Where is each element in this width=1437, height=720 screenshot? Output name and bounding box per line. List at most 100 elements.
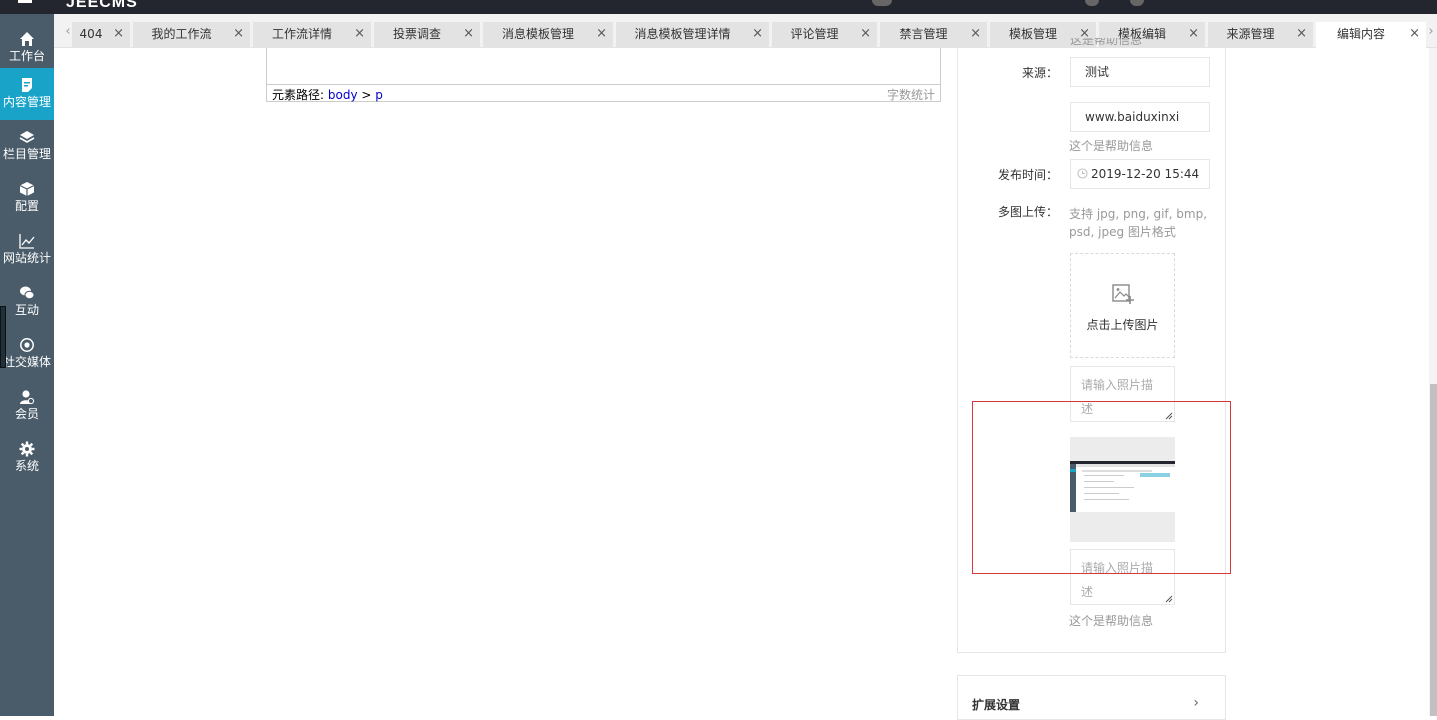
- tab-comment-manage[interactable]: 评论管理 ×: [772, 22, 877, 48]
- page-scrollbar[interactable]: [1429, 48, 1437, 716]
- tab-label: 评论管理: [790, 27, 839, 41]
- source-help-text: 这个是帮助信息: [1069, 139, 1154, 153]
- tab-404[interactable]: 404 ×: [72, 22, 130, 48]
- upload-image-label: 点击上传图片: [1086, 318, 1159, 332]
- scrollbar-thumb[interactable]: [1430, 384, 1437, 716]
- publish-time-value: 2019-12-20 15:44: [1091, 167, 1200, 181]
- sidebar-item-members[interactable]: 会员: [0, 380, 54, 432]
- element-path: 元素路径: body > p: [272, 86, 383, 103]
- sidebar-item-stats[interactable]: 网站统计: [0, 224, 54, 276]
- word-count: 字数统计: [886, 88, 935, 102]
- placeholder-text: 请输入照片描: [1081, 561, 1154, 575]
- tab-label: 404: [79, 27, 103, 41]
- line-chart-icon: [19, 234, 35, 249]
- tab-edit-content[interactable]: 编辑内容 ×: [1316, 22, 1426, 49]
- avatar[interactable]: [872, 0, 892, 6]
- tab-label: 模板管理: [1008, 27, 1057, 41]
- sidebar-item-label: 网站统计: [2, 251, 51, 265]
- sidebar-item-content[interactable]: 内容管理: [0, 68, 54, 120]
- tab-label: 编辑内容: [1336, 27, 1385, 41]
- image-preview: [1070, 461, 1175, 512]
- tab-label: 禁言管理: [899, 27, 948, 41]
- uploaded-image-thumbnail[interactable]: [1070, 437, 1175, 542]
- clock-icon: [1077, 168, 1088, 179]
- photo-description-input-2[interactable]: 请输入照片描 述: [1070, 549, 1175, 605]
- tab-scroll-right-icon[interactable]: ›: [1425, 24, 1437, 39]
- resize-grip-icon[interactable]: [1165, 412, 1173, 420]
- close-icon[interactable]: ×: [354, 22, 365, 46]
- photo-description-input[interactable]: 请输入照片描 述: [1070, 366, 1175, 422]
- upload-format-hint-2: psd, jpeg 图片格式: [1069, 225, 1176, 239]
- menu-icon[interactable]: [18, 0, 32, 3]
- publish-time-label: 发布时间：: [997, 168, 1058, 182]
- user-icon[interactable]: [1085, 0, 1099, 6]
- sidebar-item-label: 会员: [14, 407, 39, 421]
- top-header: JEECMS: [0, 0, 1437, 14]
- placeholder-text: 述: [1081, 402, 1094, 416]
- target-icon: [20, 338, 34, 352]
- bell-icon[interactable]: [1130, 0, 1144, 6]
- tab-my-workflow[interactable]: 我的工作流 ×: [133, 22, 250, 48]
- close-icon[interactable]: ×: [233, 22, 244, 46]
- sidebar-item-system[interactable]: 系统: [0, 432, 54, 484]
- gear-icon: [19, 441, 35, 457]
- tab-workflow-detail[interactable]: 工作流详情 ×: [253, 22, 371, 48]
- tab-mute-manage[interactable]: 禁言管理 ×: [880, 22, 987, 48]
- tab-label: 我的工作流: [151, 27, 212, 41]
- tab-label: 消息模板管理详情: [634, 27, 731, 41]
- sidebar-item-label: 互动: [14, 303, 39, 317]
- multi-upload-label: 多图上传：: [997, 205, 1058, 219]
- tab-bar: ‹ 404 × 我的工作流 × 工作流详情 × 投票调查 × 消息模板管理 × 消息模板管…: [54, 14, 1437, 49]
- sidebar-item-config[interactable]: 配置: [0, 172, 54, 224]
- close-icon[interactable]: ×: [596, 22, 607, 46]
- sidebar-item-label: 栏目管理: [2, 147, 51, 161]
- home-icon: [20, 32, 34, 46]
- source-input[interactable]: 测试: [1070, 57, 1210, 87]
- close-icon[interactable]: ×: [970, 22, 981, 46]
- publish-time-input[interactable]: 2019-12-20 15:44: [1070, 159, 1210, 189]
- sidebar-item-columns[interactable]: 栏目管理: [0, 120, 54, 172]
- close-icon[interactable]: ×: [1188, 22, 1199, 46]
- path-separator: >: [361, 88, 372, 102]
- close-icon[interactable]: ×: [860, 22, 871, 46]
- tab-message-template[interactable]: 消息模板管理 ×: [483, 22, 613, 48]
- user-icon: [20, 390, 35, 405]
- tab-label: 工作流详情: [271, 27, 332, 41]
- sidebar-item-interaction[interactable]: 互动: [0, 276, 54, 328]
- source-label: 来源：: [1021, 66, 1058, 80]
- tab-source-manage[interactable]: 来源管理 ×: [1208, 22, 1313, 48]
- placeholder-text: 述: [1081, 585, 1094, 599]
- tab-label: 来源管理: [1226, 27, 1275, 41]
- path-body-link[interactable]: body: [328, 88, 358, 102]
- source-url-input[interactable]: www.baiduxinxi: [1070, 102, 1210, 132]
- sidebar-item-label: 配置: [14, 199, 39, 213]
- sidebar-item-label: 内容管理: [2, 95, 51, 109]
- add-image-icon: [1112, 284, 1134, 304]
- tab-message-template-detail[interactable]: 消息模板管理详情 ×: [616, 22, 769, 48]
- resize-grip-icon[interactable]: [1165, 595, 1173, 603]
- extend-settings-panel[interactable]: 扩展设置 ›: [957, 675, 1226, 720]
- extend-settings-title: 扩展设置: [972, 698, 1021, 712]
- sidebar-item-social[interactable]: 社交媒体: [0, 328, 54, 380]
- help-text: 这是帮助信息: [1070, 38, 1143, 47]
- tab-vote-survey[interactable]: 投票调查 ×: [374, 22, 480, 48]
- sidebar-item-workbench[interactable]: 工作台: [0, 22, 54, 74]
- close-icon[interactable]: ×: [113, 22, 124, 46]
- close-icon[interactable]: ×: [463, 22, 474, 46]
- app-logo: JEECMS: [66, 0, 138, 11]
- close-icon[interactable]: ×: [1409, 22, 1420, 46]
- rich-text-editor[interactable]: 元素路径: body > p 字数统计: [266, 48, 941, 102]
- tab-label: 消息模板管理: [501, 27, 574, 41]
- upload-image-button[interactable]: 点击上传图片: [1070, 253, 1175, 358]
- sidebar-item-label: 社交媒体: [2, 355, 51, 369]
- editor-body[interactable]: [267, 48, 940, 85]
- sidebar-collapse-handle[interactable]: [0, 306, 6, 368]
- element-path-label: 元素路径:: [272, 88, 325, 102]
- path-p-link[interactable]: p: [375, 88, 383, 102]
- cube-icon: [19, 182, 35, 196]
- close-icon[interactable]: ×: [752, 22, 763, 46]
- chat-icon: [20, 286, 35, 300]
- close-icon[interactable]: ×: [1296, 22, 1307, 46]
- chevron-right-icon[interactable]: ›: [1193, 695, 1199, 711]
- layers-icon: [19, 131, 35, 143]
